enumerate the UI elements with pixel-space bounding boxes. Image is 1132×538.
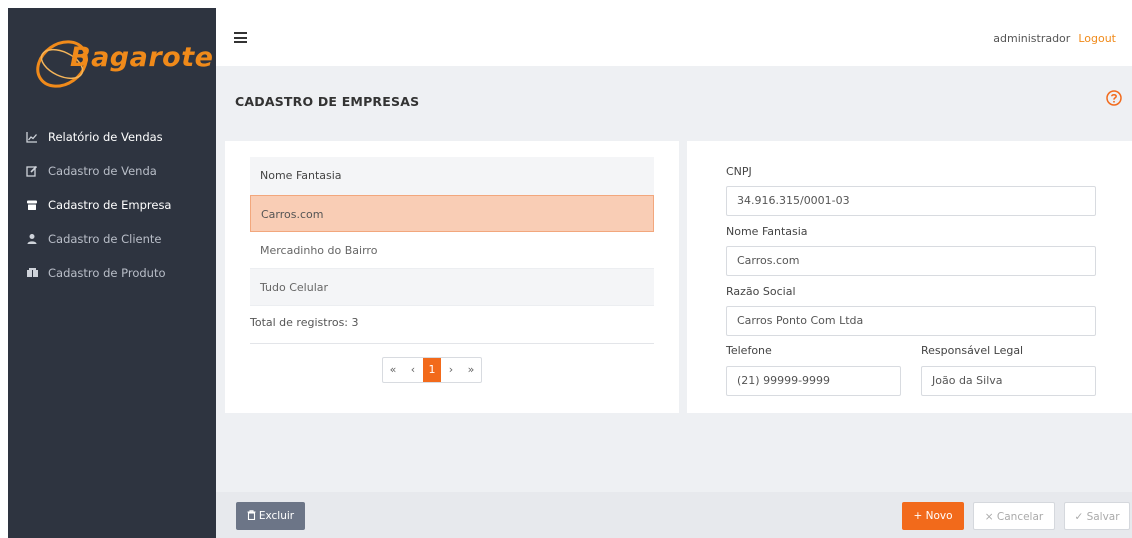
table-row[interactable]: Mercadinho do Bairro [250, 232, 654, 269]
help-icon[interactable] [1106, 90, 1122, 106]
page-button-current[interactable]: 1 [423, 358, 441, 382]
nome-fantasia-field[interactable]: Carros.com [726, 246, 1096, 276]
salvar-button[interactable]: ✓ Salvar [1064, 502, 1130, 530]
first-page-button[interactable]: « [383, 358, 403, 382]
novo-button[interactable]: + Novo [902, 502, 964, 530]
sidebar-item-label: Cadastro de Cliente [48, 232, 162, 246]
sidebar-item-relatorio-vendas[interactable]: Relatório de Vendas [8, 120, 216, 154]
brand-logo[interactable]: Bagarote [32, 28, 213, 100]
trash-icon [247, 510, 256, 521]
razao-social-field[interactable]: Carros Ponto Com Ltda [726, 306, 1096, 336]
company-form-card: CNPJ 34.916.315/0001-03 Nome Fantasia Ca… [687, 141, 1132, 413]
responsavel-legal-label: Responsável Legal [921, 344, 1024, 357]
telefone-label: Telefone [726, 344, 772, 357]
sidebar-item-cadastro-venda[interactable]: Cadastro de Venda [8, 154, 216, 188]
responsavel-legal-field[interactable]: João da Silva [921, 366, 1096, 396]
user-area: administrador Logout [993, 32, 1116, 45]
telefone-field[interactable]: (21) 99999-9999 [726, 366, 901, 396]
total-records: Total de registros: 3 [250, 316, 359, 329]
companies-table: Nome Fantasia Carros.com Mercadinho do B… [250, 157, 654, 306]
sidebar-item-label: Cadastro de Produto [48, 266, 166, 280]
razao-social-label: Razão Social [726, 285, 796, 298]
action-bar: Excluir + Novo × Cancelar ✓ Salvar [216, 492, 1132, 538]
table-row[interactable]: Carros.com [250, 195, 654, 232]
user-icon [25, 232, 39, 246]
sidebar-item-cadastro-produto[interactable]: Cadastro de Produto [8, 256, 216, 290]
sidebar-item-cadastro-cliente[interactable]: Cadastro de Cliente [8, 222, 216, 256]
cnpj-label: CNPJ [726, 165, 752, 178]
sidebar-item-cadastro-empresa[interactable]: Cadastro de Empresa [8, 188, 216, 222]
sidebar-item-label: Cadastro de Empresa [48, 198, 172, 212]
sidebar-nav: Relatório de Vendas Cadastro de Venda Ca… [8, 120, 216, 290]
next-page-button[interactable]: › [441, 358, 461, 382]
column-header-nome-fantasia[interactable]: Nome Fantasia [250, 157, 654, 195]
cnpj-field[interactable]: 34.916.315/0001-03 [726, 186, 1096, 216]
menu-toggle-icon[interactable] [234, 32, 247, 43]
brand-name: Bagarote [70, 42, 214, 73]
products-icon [25, 266, 39, 280]
divider [250, 343, 654, 344]
last-page-button[interactable]: » [461, 358, 481, 382]
excluir-button[interactable]: Excluir [236, 502, 305, 530]
sidebar-item-label: Cadastro de Venda [48, 164, 157, 178]
cancelar-button[interactable]: × Cancelar [973, 502, 1055, 530]
sidebar-item-label: Relatório de Vendas [48, 130, 163, 144]
top-bar: administrador Logout [216, 8, 1132, 66]
chart-line-icon [25, 130, 39, 144]
prev-page-button[interactable]: ‹ [403, 358, 423, 382]
username: administrador [993, 32, 1071, 45]
logout-link[interactable]: Logout [1078, 32, 1116, 45]
nome-fantasia-label: Nome Fantasia [726, 225, 808, 238]
page-title: CADASTRO DE EMPRESAS [235, 94, 420, 109]
companies-list-card: Nome Fantasia Carros.com Mercadinho do B… [225, 141, 679, 413]
main-content: CADASTRO DE EMPRESAS Nome Fantasia Carro… [216, 66, 1132, 538]
sidebar: Bagarote Relatório de Vendas Cadastro de… [8, 8, 216, 538]
table-row[interactable]: Tudo Celular [250, 269, 654, 306]
excluir-label: Excluir [258, 510, 295, 522]
edit-icon [25, 164, 39, 178]
pagination: « ‹ 1 › » [382, 357, 482, 383]
store-icon [25, 198, 39, 212]
app: Bagarote Relatório de Vendas Cadastro de… [0, 0, 1132, 538]
